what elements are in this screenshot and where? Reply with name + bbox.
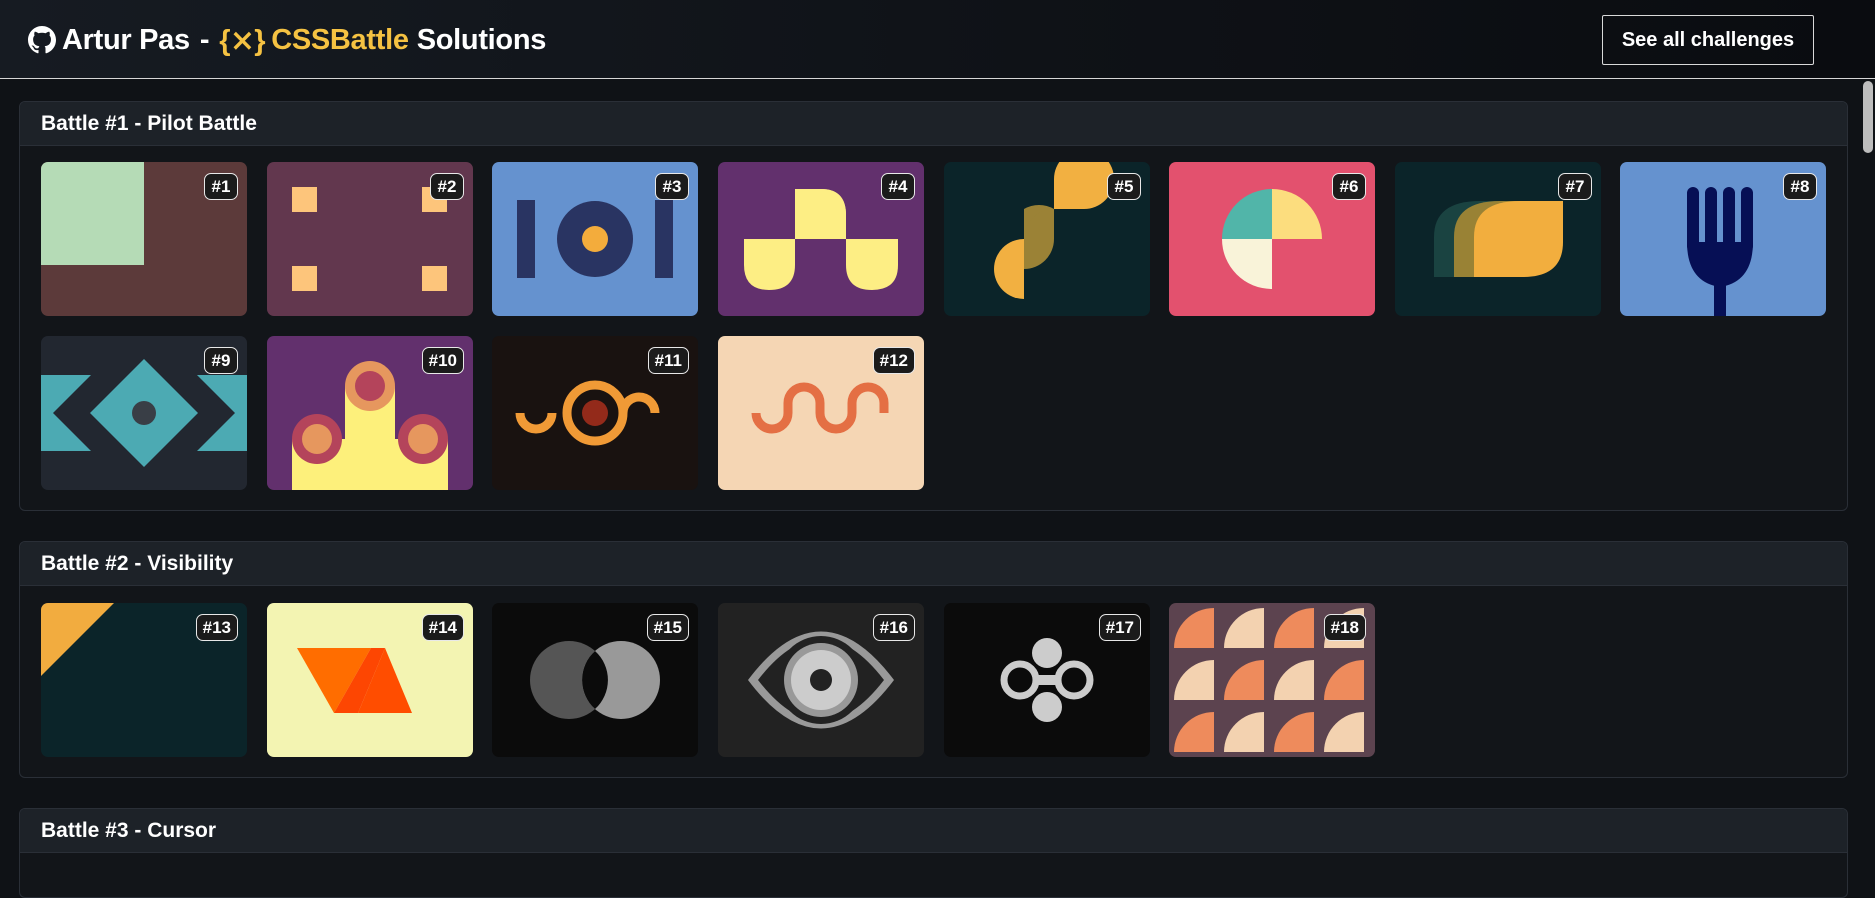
challenge-number-badge: #11 — [647, 347, 689, 374]
challenge-card[interactable]: #5 — [944, 162, 1150, 316]
challenge-number-badge: #14 — [421, 614, 464, 641]
challenge-card[interactable]: #9 — [41, 336, 247, 490]
author-name: Artur Pas — [62, 23, 190, 56]
challenge-number-badge: #18 — [1323, 614, 1366, 641]
challenge-card[interactable]: #18 — [1169, 603, 1375, 757]
challenge-card[interactable]: #14 — [267, 603, 473, 757]
challenge-card[interactable]: #4 — [718, 162, 924, 316]
challenge-number-badge: #8 — [1783, 173, 1817, 200]
challenge-number-badge: #5 — [1107, 173, 1141, 200]
challenge-card[interactable]: #13 — [41, 603, 247, 757]
top-header: Artur Pas - {⨯} CSSBattle Solutions See … — [0, 0, 1875, 79]
battle-title: Battle #2 - Visibility — [20, 542, 1847, 586]
challenge-card[interactable]: #10 — [267, 336, 473, 490]
site-name: CSSBattle — [271, 23, 409, 56]
challenge-number-badge: #17 — [1098, 614, 1141, 641]
challenge-number-badge: #10 — [421, 347, 464, 374]
challenge-number-badge: #15 — [646, 614, 689, 641]
challenge-number-badge: #7 — [1558, 173, 1592, 200]
challenge-card[interactable]: #6 — [1169, 162, 1375, 316]
challenge-card[interactable]: #8 — [1620, 162, 1826, 316]
challenge-card[interactable]: #11 — [492, 336, 698, 490]
challenge-number-badge: #12 — [872, 347, 915, 374]
challenge-card[interactable]: #15 — [492, 603, 698, 757]
challenge-card[interactable]: #12 — [718, 336, 924, 490]
challenge-number-badge: #13 — [195, 614, 238, 641]
battle-section-3: Battle #3 - Cursor — [19, 808, 1848, 898]
challenge-card[interactable]: #7 — [1395, 162, 1601, 316]
challenge-card[interactable]: #17 — [944, 603, 1150, 757]
challenge-number-badge: #16 — [872, 614, 915, 641]
github-icon — [28, 26, 56, 54]
site-brand[interactable]: Artur Pas - {⨯} CSSBattle Solutions — [28, 22, 546, 58]
title-suffix: Solutions — [416, 23, 547, 56]
cssbattle-logo-icon: {⨯} — [219, 24, 266, 57]
scrollbar-thumb[interactable] — [1863, 81, 1873, 153]
challenge-number-badge: #4 — [881, 173, 915, 200]
challenge-number-badge: #2 — [430, 173, 464, 200]
see-all-challenges-button[interactable]: See all challenges — [1602, 15, 1814, 65]
challenge-number-badge: #9 — [204, 347, 238, 374]
challenge-card[interactable]: #3 — [492, 162, 698, 316]
challenge-card[interactable]: #2 — [267, 162, 473, 316]
title-separator: - — [199, 23, 210, 56]
battle-title: Battle #1 - Pilot Battle — [20, 102, 1847, 146]
challenge-number-badge: #3 — [655, 173, 689, 200]
challenge-card[interactable]: #16 — [718, 603, 924, 757]
challenge-number-badge: #1 — [204, 173, 238, 200]
battle-title: Battle #3 - Cursor — [20, 809, 1847, 853]
challenge-card[interactable]: #1 — [41, 162, 247, 316]
scrollbar[interactable] — [1858, 79, 1875, 867]
challenge-number-badge: #6 — [1332, 173, 1366, 200]
